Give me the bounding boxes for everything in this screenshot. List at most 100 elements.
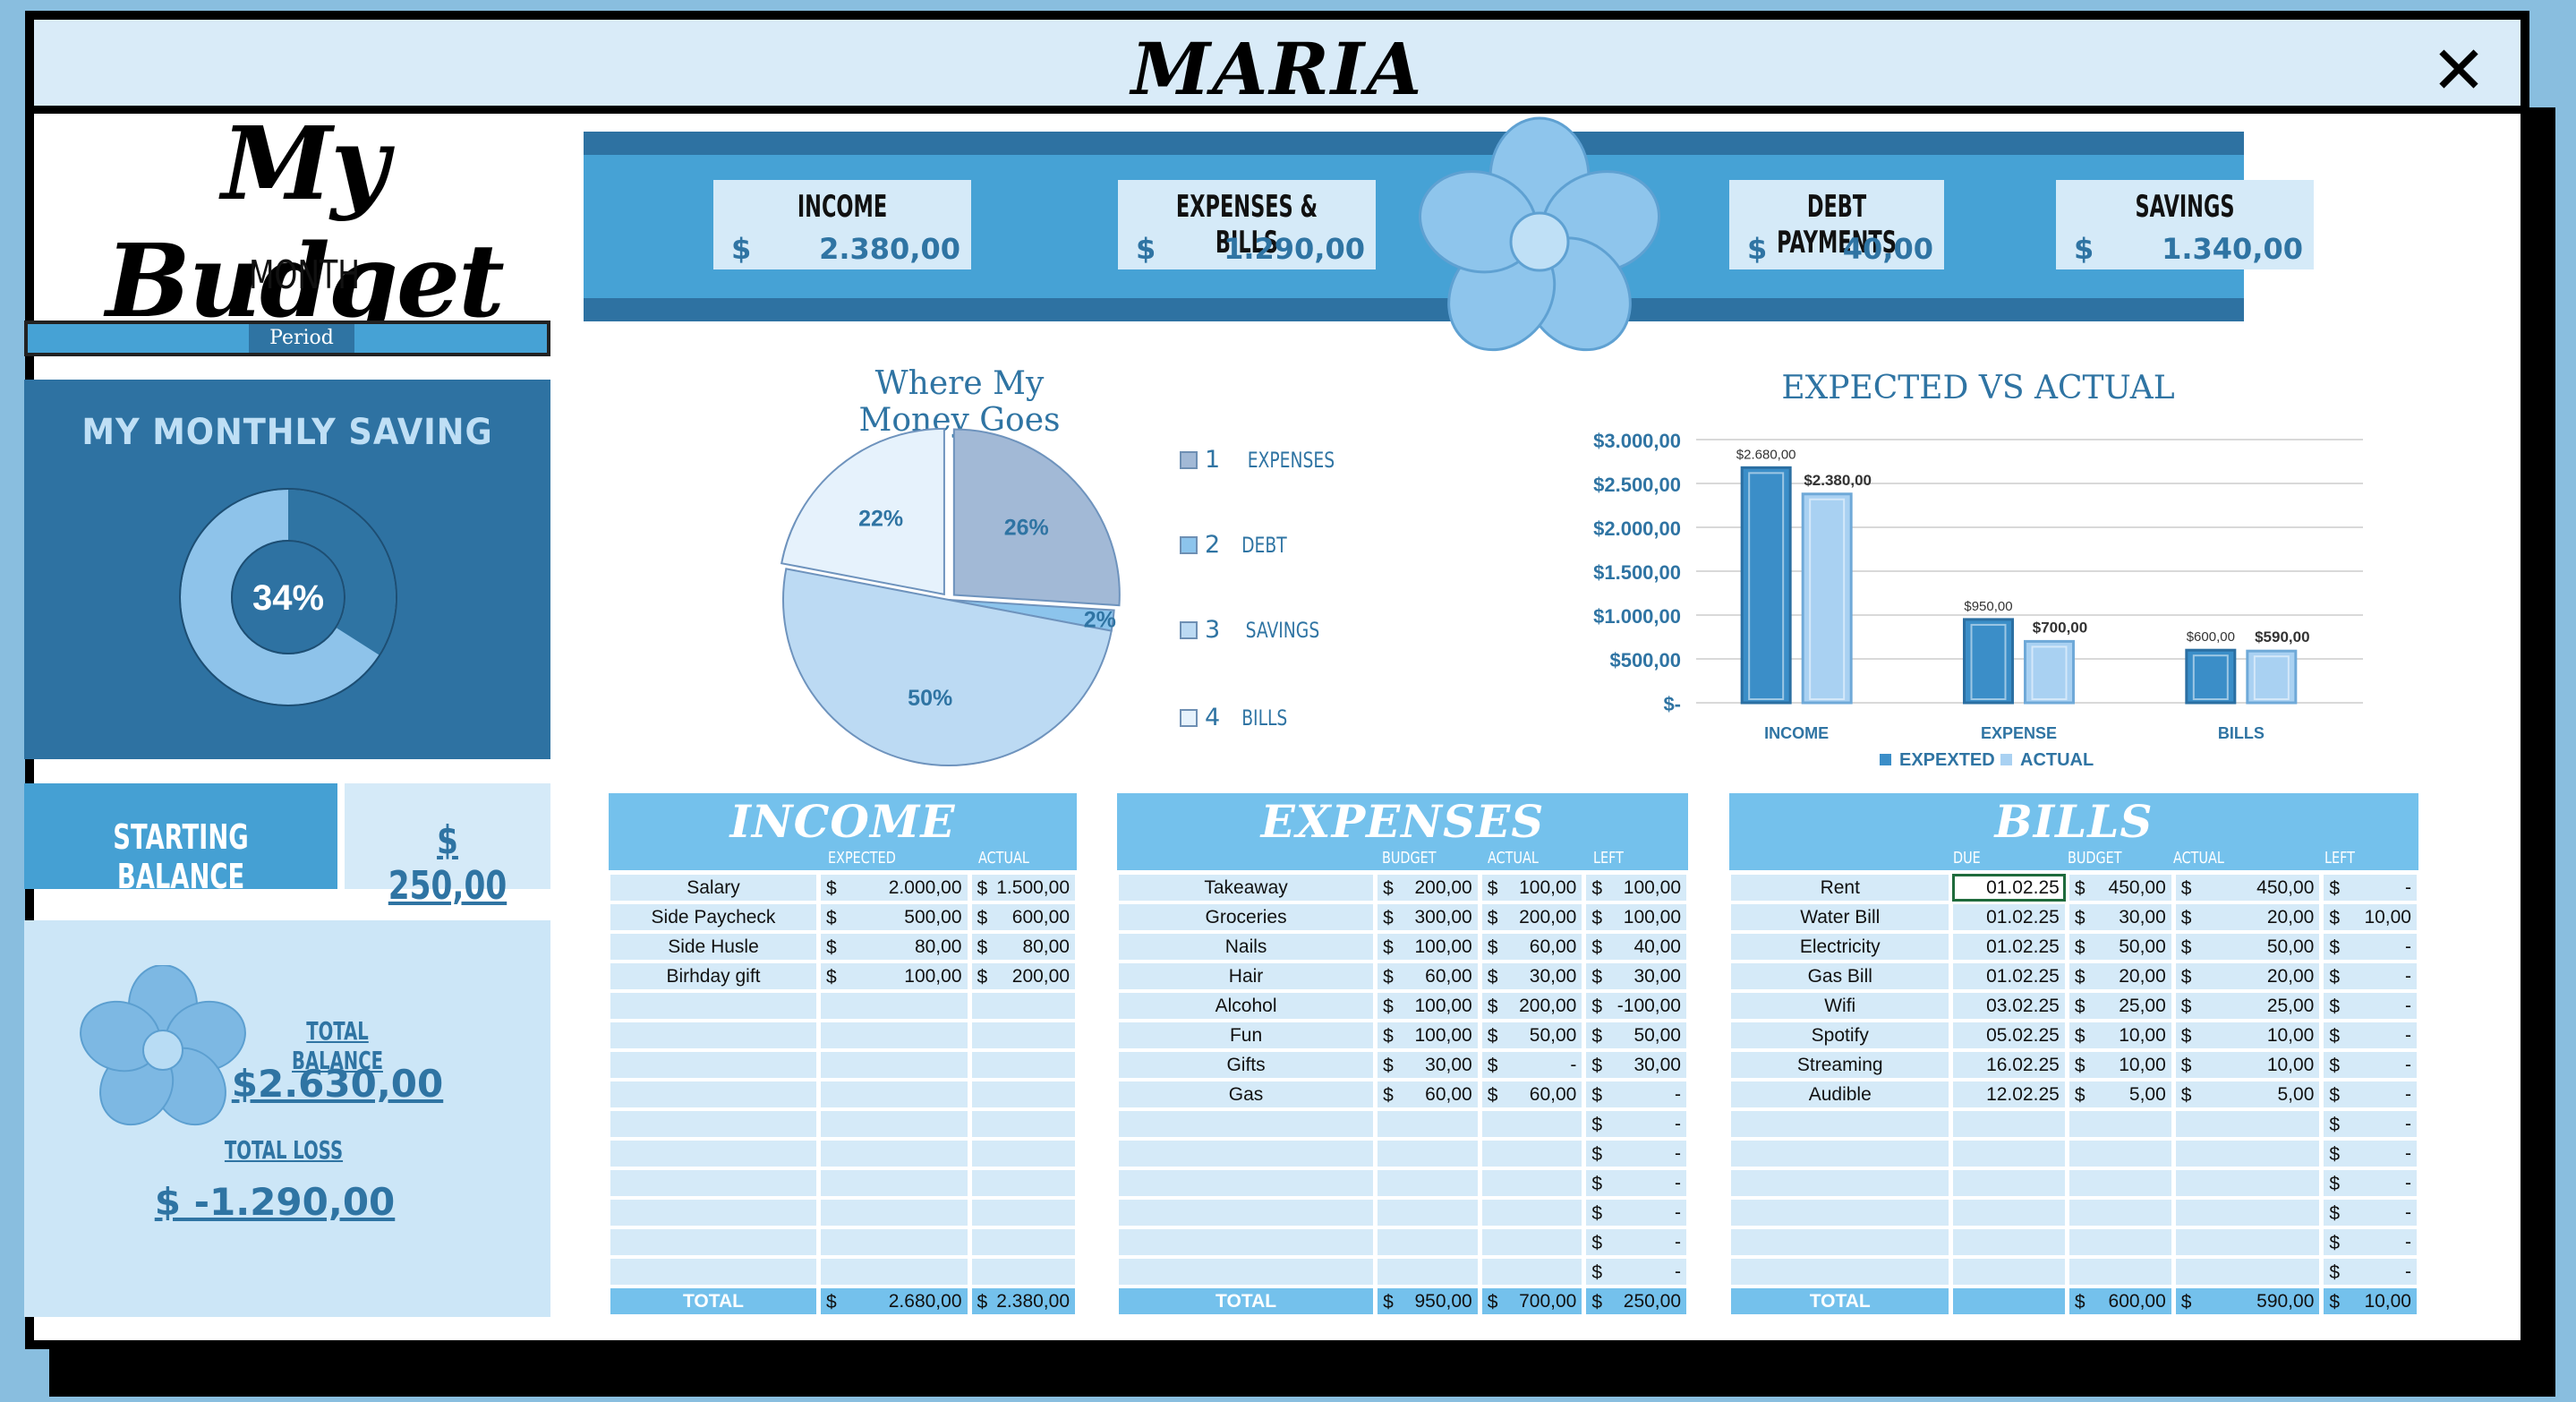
amount-cell[interactable] [2068, 1141, 2171, 1167]
date-cell[interactable]: 05.02.25 [1953, 1022, 2065, 1048]
row-label-cell[interactable]: Gifts [1119, 1052, 1374, 1078]
row-label-cell[interactable] [610, 1052, 816, 1078]
amount-cell[interactable]: $2.000,00 [820, 875, 968, 901]
amount-cell[interactable]: $ - [2324, 1022, 2417, 1048]
amount-cell[interactable]: $ - [2324, 1111, 2417, 1137]
date-cell[interactable]: 01.02.25 [1953, 934, 2065, 960]
amount-cell[interactable]: $ - [1586, 1141, 1686, 1167]
amount-cell[interactable] [1481, 1111, 1582, 1137]
amount-cell[interactable]: $ - [1586, 1081, 1686, 1107]
amount-cell[interactable]: $2.380,00 [971, 1288, 1075, 1314]
amount-cell[interactable]: $30,00 [1586, 1052, 1686, 1078]
amount-cell[interactable] [820, 1170, 968, 1196]
date-cell[interactable] [1953, 1229, 2065, 1255]
amount-cell[interactable]: $ - [1586, 1170, 1686, 1196]
date-cell[interactable]: 01.02.25 [1953, 963, 2065, 989]
amount-cell[interactable]: $10,00 [2068, 1052, 2171, 1078]
amount-cell[interactable] [2175, 1200, 2320, 1226]
amount-cell[interactable]: $ - [1586, 1259, 1686, 1285]
amount-cell[interactable] [2068, 1111, 2171, 1137]
row-label-cell[interactable] [1119, 1229, 1374, 1255]
amount-cell[interactable]: $80,00 [971, 934, 1075, 960]
amount-cell[interactable] [971, 1141, 1075, 1167]
row-label-cell[interactable] [610, 993, 816, 1019]
row-label-cell[interactable] [1731, 1141, 1949, 1167]
row-label-cell[interactable] [610, 1259, 816, 1285]
amount-cell[interactable]: $80,00 [820, 934, 968, 960]
amount-cell[interactable]: $700,00 [1481, 1288, 1582, 1314]
row-label-cell[interactable]: Electricity [1731, 934, 1949, 960]
amount-cell[interactable]: $ - [2324, 875, 2417, 901]
row-label-cell[interactable]: Spotify [1731, 1022, 1949, 1048]
amount-cell[interactable]: $100,00 [1378, 934, 1478, 960]
amount-cell[interactable] [820, 1200, 968, 1226]
row-label-cell[interactable] [610, 1170, 816, 1196]
amount-cell[interactable]: $10,00 [2324, 904, 2417, 930]
amount-cell[interactable]: $30,00 [2068, 904, 2171, 930]
amount-cell[interactable]: $10,00 [2175, 1052, 2320, 1078]
amount-cell[interactable] [2175, 1229, 2320, 1255]
row-label-cell[interactable] [610, 1229, 816, 1255]
amount-cell[interactable] [1378, 1170, 1478, 1196]
row-label-cell[interactable]: Nails [1119, 934, 1374, 960]
amount-cell[interactable]: $ - [1586, 1229, 1686, 1255]
row-label-cell[interactable]: Water Bill [1731, 904, 1949, 930]
amount-cell[interactable]: $200,00 [1378, 875, 1478, 901]
date-cell[interactable]: 01.02.25 [1953, 904, 2065, 930]
amount-cell[interactable]: $200,00 [971, 963, 1075, 989]
amount-cell[interactable]: $ - [1586, 1200, 1686, 1226]
date-cell[interactable]: 12.02.25 [1953, 1081, 2065, 1107]
row-label-cell[interactable] [1119, 1259, 1374, 1285]
row-label-cell[interactable]: Hair [1119, 963, 1374, 989]
date-cell[interactable] [1953, 1259, 2065, 1285]
amount-cell[interactable] [1481, 1141, 1582, 1167]
amount-cell[interactable]: $ - [1586, 1111, 1686, 1137]
amount-cell[interactable] [1378, 1259, 1478, 1285]
amount-cell[interactable]: $1.500,00 [971, 875, 1075, 901]
row-label-cell[interactable] [1119, 1200, 1374, 1226]
amount-cell[interactable] [1378, 1200, 1478, 1226]
amount-cell[interactable]: $30,00 [1378, 1052, 1478, 1078]
amount-cell[interactable]: $10,00 [2068, 1022, 2171, 1048]
date-cell[interactable] [1953, 1200, 2065, 1226]
row-label-cell[interactable]: Gas [1119, 1081, 1374, 1107]
amount-cell[interactable]: $100,00 [820, 963, 968, 989]
amount-cell[interactable]: $ -100,00 [1586, 993, 1686, 1019]
close-icon[interactable]: ✕ [2431, 32, 2486, 109]
amount-cell[interactable] [820, 1052, 968, 1078]
row-label-cell[interactable]: TOTAL [1731, 1288, 1949, 1314]
amount-cell[interactable] [971, 993, 1075, 1019]
row-label-cell[interactable]: Groceries [1119, 904, 1374, 930]
amount-cell[interactable]: $10,00 [2324, 1288, 2417, 1314]
amount-cell[interactable]: $2.680,00 [820, 1288, 968, 1314]
row-label-cell[interactable] [1119, 1141, 1374, 1167]
amount-cell[interactable] [971, 1052, 1075, 1078]
row-label-cell[interactable]: Side Paycheck [610, 904, 816, 930]
row-label-cell[interactable]: Birhday gift [610, 963, 816, 989]
amount-cell[interactable] [971, 1259, 1075, 1285]
amount-cell[interactable] [971, 1170, 1075, 1196]
amount-cell[interactable]: $ - [1481, 1052, 1582, 1078]
row-label-cell[interactable]: TOTAL [1119, 1288, 1374, 1314]
amount-cell[interactable]: $20,00 [2068, 963, 2171, 989]
amount-cell[interactable]: $ - [2324, 1170, 2417, 1196]
amount-cell[interactable] [2068, 1259, 2171, 1285]
amount-cell[interactable] [2175, 1170, 2320, 1196]
amount-cell[interactable]: $10,00 [2175, 1022, 2320, 1048]
amount-cell[interactable]: $50,00 [2175, 934, 2320, 960]
row-label-cell[interactable]: Wifi [1731, 993, 1949, 1019]
amount-cell[interactable] [1481, 1229, 1582, 1255]
period-selector[interactable]: Period [24, 321, 550, 356]
amount-cell[interactable]: $60,00 [1378, 963, 1478, 989]
amount-cell[interactable]: $30,00 [1586, 963, 1686, 989]
date-cell[interactable]: 16.02.25 [1953, 1052, 2065, 1078]
amount-cell[interactable]: $250,00 [1586, 1288, 1686, 1314]
amount-cell[interactable] [820, 1259, 968, 1285]
amount-cell[interactable] [971, 1200, 1075, 1226]
amount-cell[interactable]: $20,00 [2175, 963, 2320, 989]
amount-cell[interactable] [820, 1229, 968, 1255]
amount-cell[interactable]: $ - [2324, 1229, 2417, 1255]
amount-cell[interactable] [820, 1111, 968, 1137]
amount-cell[interactable]: $ - [2324, 1259, 2417, 1285]
amount-cell[interactable]: $60,00 [1481, 1081, 1582, 1107]
